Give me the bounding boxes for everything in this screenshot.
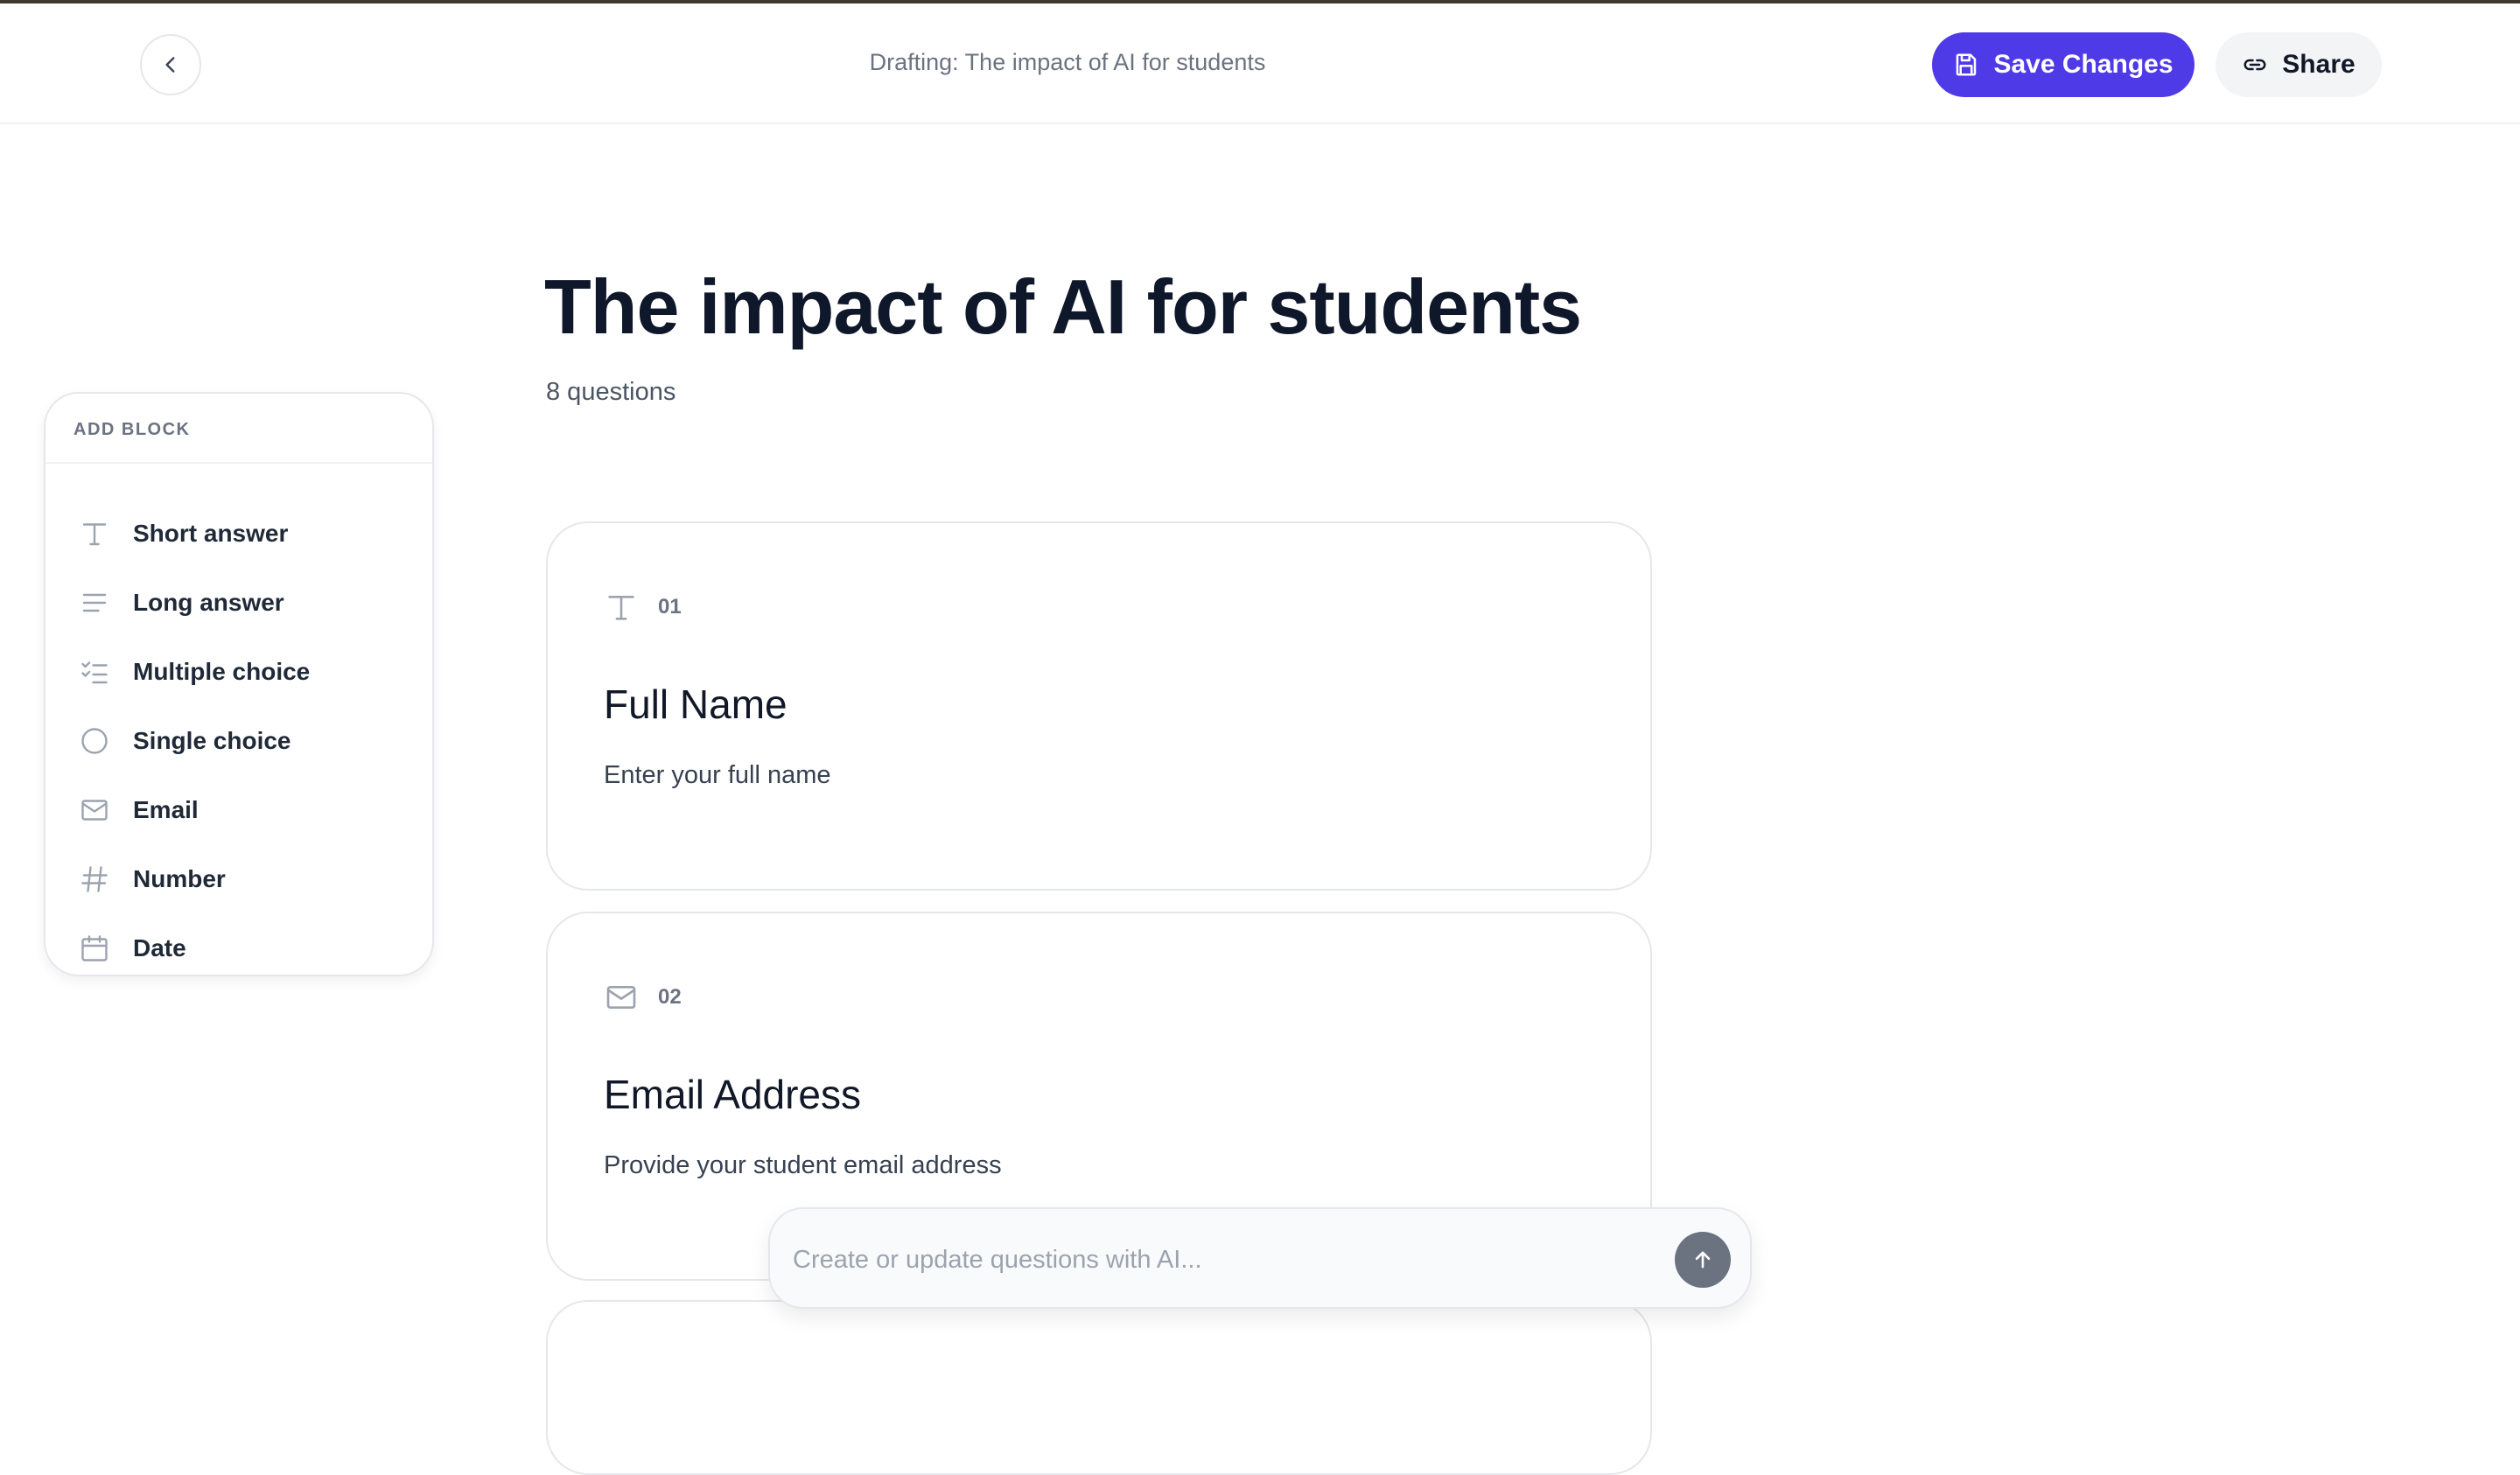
question-description: Provide your student email address xyxy=(604,1151,1002,1179)
lines-icon xyxy=(82,593,107,612)
block-label: Multiple choice xyxy=(133,658,311,685)
share-button[interactable]: Share xyxy=(2216,32,2382,97)
share-label: Share xyxy=(2282,50,2356,79)
block-label: Number xyxy=(133,865,226,892)
add-block-email[interactable]: Email xyxy=(79,789,199,831)
question-number: 02 xyxy=(658,985,682,1009)
link-icon xyxy=(2244,59,2266,71)
save-icon xyxy=(1956,53,1977,76)
add-block-date[interactable]: Date xyxy=(79,927,186,969)
draft-status-title: Drafting: The impact of AI for students xyxy=(869,49,1266,75)
question-title: Email Address xyxy=(604,1072,862,1117)
question-card[interactable] xyxy=(546,1300,1652,1475)
question-card[interactable]: 01 Full Name Enter your full name xyxy=(546,521,1652,891)
add-block-heading: ADD BLOCK xyxy=(46,394,432,464)
add-block-panel: ADD BLOCK Short answer Long answer Multi… xyxy=(44,392,434,976)
block-label: Date xyxy=(133,934,186,961)
circle-icon xyxy=(81,728,108,754)
save-changes-button[interactable]: Save Changes xyxy=(1932,32,2194,97)
block-label: Email xyxy=(133,796,199,823)
add-block-long-answer[interactable]: Long answer xyxy=(79,582,284,624)
ai-prompt-input[interactable] xyxy=(793,1234,1650,1286)
ai-send-button[interactable] xyxy=(1675,1232,1731,1288)
block-label: Short answer xyxy=(133,520,289,547)
checklist-icon xyxy=(81,661,108,684)
ai-prompt-bar xyxy=(768,1207,1752,1309)
arrow-up-icon xyxy=(1695,1251,1711,1269)
question-description: Enter your full name xyxy=(604,761,831,789)
question-meta: 02 xyxy=(604,980,682,1015)
add-block-short-answer[interactable]: Short answer xyxy=(79,513,288,555)
add-block-multiple-choice[interactable]: Multiple choice xyxy=(79,651,310,693)
mail-icon xyxy=(606,986,636,1009)
block-label: Long answer xyxy=(133,589,284,616)
mail-icon xyxy=(81,800,108,821)
calendar-icon xyxy=(81,935,108,961)
add-block-single-choice[interactable]: Single choice xyxy=(79,720,291,762)
form-title: The impact of AI for students xyxy=(544,263,1582,350)
question-title: Full Name xyxy=(604,682,788,727)
save-changes-label: Save Changes xyxy=(1993,50,2174,79)
hash-icon xyxy=(81,866,108,892)
top-bar: Drafting: The impact of AI for students … xyxy=(0,3,2520,124)
text-t-icon xyxy=(608,596,634,620)
question-number: 01 xyxy=(658,595,682,619)
question-count: 8 questions xyxy=(546,378,676,406)
add-block-number[interactable]: Number xyxy=(79,858,226,900)
text-t-icon xyxy=(82,523,107,546)
question-meta: 01 xyxy=(604,590,682,625)
block-label: Single choice xyxy=(133,727,291,754)
